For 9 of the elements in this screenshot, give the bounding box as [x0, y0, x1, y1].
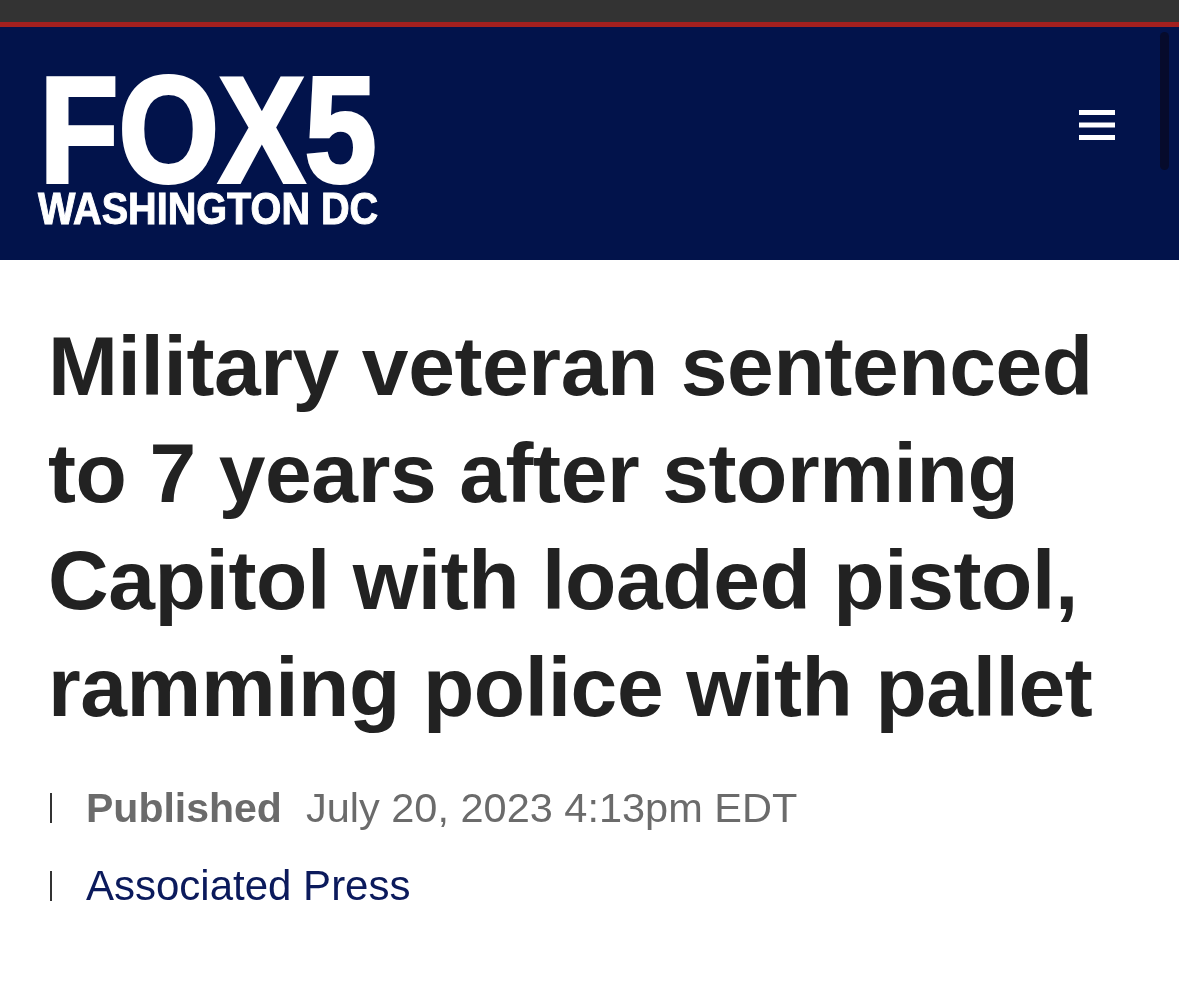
menu-icon	[1079, 110, 1115, 140]
scrollbar-thumb[interactable]	[1160, 32, 1169, 170]
menu-button[interactable]	[1079, 110, 1115, 140]
logo-tagline: WASHINGTON DC	[37, 187, 380, 231]
published-date: July 20, 2023 4:13pm EDT	[305, 784, 798, 832]
published-label: Published	[86, 784, 282, 832]
author-link[interactable]: Associated Press	[86, 862, 411, 910]
logo-wordmark[interactable]: FOX5	[37, 70, 380, 190]
article-headline: Military veteran sentenced to 7 years after storming Capitol with loaded pistol, ramming police with pallet	[48, 318, 1094, 736]
